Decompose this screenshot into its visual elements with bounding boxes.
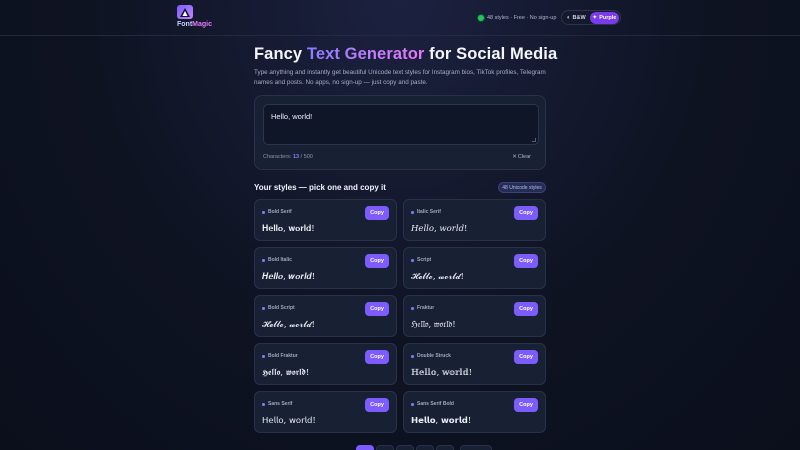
counter-current: 13 xyxy=(292,154,300,160)
style-sample: 𝕳𝖊𝖑𝖑𝖔, 𝖜𝖔𝖗𝖑𝖉! xyxy=(262,368,310,378)
style-label: Italic Serif xyxy=(417,209,441,215)
copy-button[interactable]: Copy xyxy=(365,302,389,316)
style-card-bold-fraktur: Bold Fraktur Copy 𝕳𝖊𝖑𝖑𝖔, 𝖜𝖔𝖗𝖑𝖉! xyxy=(254,343,397,385)
bullet-icon xyxy=(262,258,265,262)
top-navigation-bar: FontMagic 48 styles · Free · No sign-up … xyxy=(0,0,800,36)
style-sample: 𝐇𝐞𝐥𝐥𝐨, 𝐰𝐨𝐫𝐥𝐝! xyxy=(262,224,315,234)
styles-count-badge: 48 Unicode styles xyxy=(498,182,546,193)
bullet-icon xyxy=(262,210,265,214)
counter-label: Characters: xyxy=(263,154,292,160)
page-subtitle: Type anything and instantly get beautifu… xyxy=(254,69,546,86)
bullet-icon xyxy=(411,258,414,262)
page-button[interactable] xyxy=(376,445,394,450)
style-label-row: Sans Serif Bold xyxy=(411,401,454,407)
text-input-value: Hello, world! xyxy=(271,112,313,121)
text-input-field[interactable]: Hello, world! xyxy=(263,104,539,145)
page-title: Fancy Text Generator for Social Media xyxy=(254,45,558,63)
style-label: Bold Italic xyxy=(268,257,292,263)
page-button[interactable] xyxy=(396,445,414,450)
counter-separator: / xyxy=(300,154,303,160)
copy-button[interactable]: Copy xyxy=(514,254,538,268)
style-label: Double Struck xyxy=(417,353,451,359)
style-label: Script xyxy=(417,257,432,263)
next-page-button[interactable] xyxy=(460,445,492,450)
style-card-script: Script Copy 𝓗𝓮𝓵𝓵𝓸, 𝔀𝓸𝓻𝓵𝓭! xyxy=(403,247,546,289)
style-card-bold-serif: Bold Serif Copy 𝐇𝐞𝐥𝐥𝐨, 𝐰𝐨𝐫𝐥𝐝! xyxy=(254,199,397,241)
style-label-row: Bold Serif xyxy=(262,209,292,215)
style-card-sans-serif: Sans Serif Copy 𝖧𝖾𝗅𝗅𝗈, 𝗐𝗈𝗋𝗅𝖽! xyxy=(254,391,397,433)
theme-bw-label: B&W xyxy=(572,14,586,21)
style-card-bold-script: Bold Script Copy 𝓗𝓮𝓵𝓵𝓸, 𝔀𝓸𝓻𝓵𝓭! xyxy=(254,295,397,337)
bullet-icon xyxy=(262,354,265,358)
style-label-row: Bold Fraktur xyxy=(262,353,298,359)
bullet-icon xyxy=(411,354,414,358)
style-sample: 𝓗𝓮𝓵𝓵𝓸, 𝔀𝓸𝓻𝓵𝓭! xyxy=(262,320,315,330)
copy-button[interactable]: Copy xyxy=(514,302,538,316)
theme-switcher: ◐ B&W ✦ Purple xyxy=(561,10,621,25)
text-input-card: Hello, world! Characters: 13 / 500 ✕ Cle… xyxy=(254,95,546,170)
copy-button[interactable]: Copy xyxy=(365,398,389,412)
style-label: Sans Serif Bold xyxy=(417,401,454,407)
bullet-icon xyxy=(262,402,265,406)
style-label-row: Fraktur xyxy=(411,305,434,311)
style-sample: 𝓗𝓮𝓵𝓵𝓸, 𝔀𝓸𝓻𝓵𝓭! xyxy=(411,272,464,282)
bullet-icon xyxy=(411,306,414,310)
pagination xyxy=(356,445,492,450)
style-label-row: Script xyxy=(411,257,431,263)
style-sample: ℌ𝔢𝔩𝔩𝔬, 𝔴𝔬𝔯𝔩𝔡! xyxy=(411,320,456,330)
bullet-icon xyxy=(411,402,414,406)
theme-purple-label: Purple xyxy=(599,14,617,21)
sparkle-icon: ✦ xyxy=(592,15,598,21)
clear-button[interactable]: ✕ Clear xyxy=(512,154,531,160)
style-sample: 𝐻𝑒𝑙𝑙𝑜, 𝑤𝑜𝑟𝑙𝑑! xyxy=(411,224,468,234)
styles-section-title: Your styles — pick one and copy it xyxy=(254,183,386,192)
character-counter: Characters: 13 / 500 xyxy=(263,154,313,160)
style-label: Bold Fraktur xyxy=(268,353,298,359)
style-card-italic-serif: Italic Serif Copy 𝐻𝑒𝑙𝑙𝑜, 𝑤𝑜𝑟𝑙𝑑! xyxy=(403,199,546,241)
theme-bw-button[interactable]: ◐ B&W xyxy=(563,12,590,24)
style-label: Fraktur xyxy=(417,305,435,311)
status-dot-icon xyxy=(478,14,484,21)
close-icon: ✕ xyxy=(512,154,517,160)
page-button[interactable] xyxy=(416,445,434,450)
style-label-row: Italic Serif xyxy=(411,209,441,215)
theme-purple-button[interactable]: ✦ Purple xyxy=(589,11,619,24)
stats-text: 48 styles · Free · No sign-up xyxy=(487,14,557,21)
style-card-bold-italic: Bold Italic Copy 𝑯𝒆𝒍𝒍𝒐, 𝒘𝒐𝒓𝒍𝒅! xyxy=(254,247,397,289)
brand-logo-link[interactable]: FontMagic xyxy=(177,5,217,31)
resize-handle-icon[interactable] xyxy=(532,138,536,142)
contrast-icon: ◐ xyxy=(566,14,571,21)
style-label: Bold Serif xyxy=(268,209,292,215)
styles-grid: Bold Serif Copy 𝐇𝐞𝐥𝐥𝐨, 𝐰𝐨𝐫𝐥𝐝! Italic Ser… xyxy=(254,199,546,433)
page-button[interactable] xyxy=(356,445,374,450)
style-card-fraktur: Fraktur Copy ℌ𝔢𝔩𝔩𝔬, 𝔴𝔬𝔯𝔩𝔡! xyxy=(403,295,546,337)
clear-label: Clear xyxy=(517,154,531,160)
triangle-logo-icon xyxy=(177,5,193,19)
style-sample: 𝗛𝗲𝗹𝗹𝗼, 𝘄𝗼𝗿𝗹𝗱! xyxy=(411,416,472,426)
style-sample: 𝖧𝖾𝗅𝗅𝗈, 𝗐𝗈𝗋𝗅𝖽! xyxy=(262,416,316,426)
copy-button[interactable]: Copy xyxy=(365,254,389,268)
page-button[interactable] xyxy=(436,445,454,450)
style-label-row: Bold Italic xyxy=(262,257,292,263)
style-label-row: Bold Script xyxy=(262,305,295,311)
copy-button[interactable]: Copy xyxy=(514,398,538,412)
stats-badge: 48 styles · Free · No sign-up xyxy=(478,12,556,23)
copy-button[interactable]: Copy xyxy=(514,206,538,220)
bullet-icon xyxy=(411,210,414,214)
style-label: Sans Serif xyxy=(268,401,293,407)
style-sample: ℍ𝕖𝕝𝕝𝕠, 𝕨𝕠𝕣𝕝𝕕! xyxy=(411,368,473,378)
brand-name: FontMagic xyxy=(177,21,213,28)
style-card-sans-serif-bold: Sans Serif Bold Copy 𝗛𝗲𝗹𝗹𝗼, 𝘄𝗼𝗿𝗹𝗱! xyxy=(403,391,546,433)
style-label-row: Double Struck xyxy=(411,353,451,359)
copy-button[interactable]: Copy xyxy=(365,350,389,364)
style-label: Bold Script xyxy=(268,305,295,311)
style-label-row: Sans Serif xyxy=(262,401,292,407)
style-sample: 𝑯𝒆𝒍𝒍𝒐, 𝒘𝒐𝒓𝒍𝒅! xyxy=(262,272,316,282)
counter-max: 500 xyxy=(303,154,313,160)
bullet-icon xyxy=(262,306,265,310)
copy-button[interactable]: Copy xyxy=(365,206,389,220)
style-card-double-struck: Double Struck Copy ℍ𝕖𝕝𝕝𝕠, 𝕨𝕠𝕣𝕝𝕕! xyxy=(403,343,546,385)
copy-button[interactable]: Copy xyxy=(514,350,538,364)
